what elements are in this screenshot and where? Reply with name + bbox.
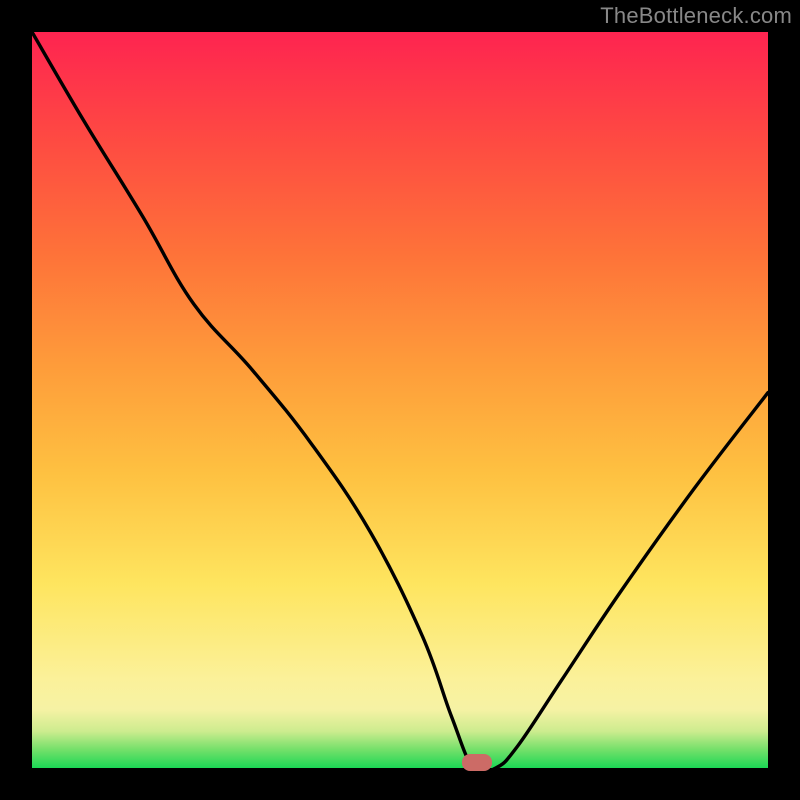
chart-frame: TheBottleneck.com [0,0,800,800]
plot-area [32,32,768,768]
watermark-text: TheBottleneck.com [600,3,792,29]
optimum-marker [462,754,492,771]
bottleneck-curve [32,32,768,768]
